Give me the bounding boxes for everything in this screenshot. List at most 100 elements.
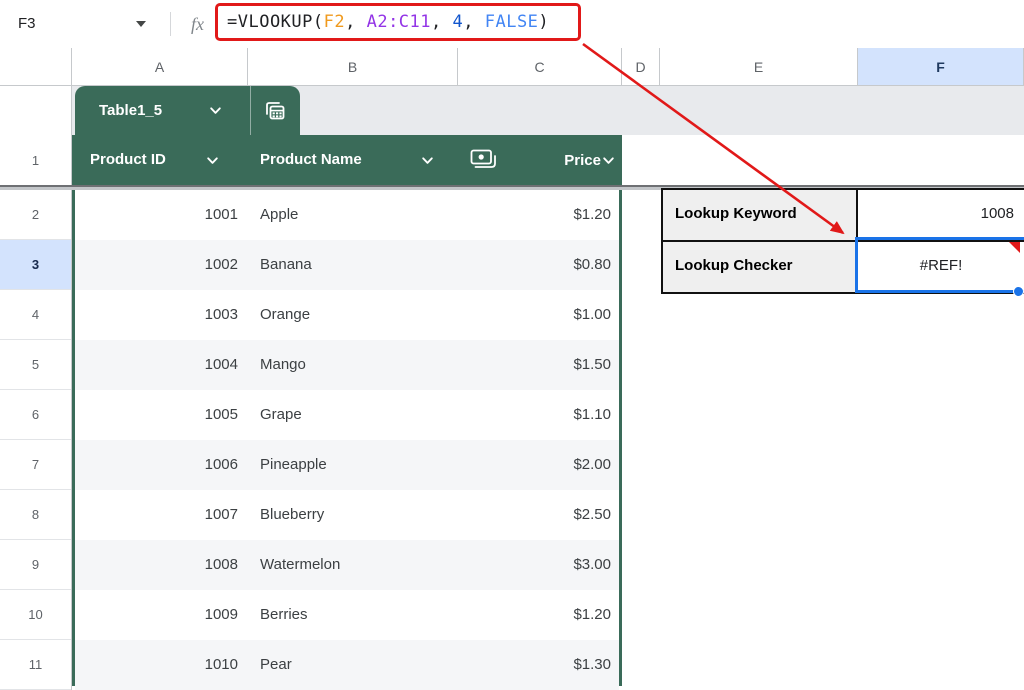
- lookup-row: Lookup Checker #REF!: [663, 242, 1024, 294]
- column-header-row: ABCDEF: [0, 48, 1024, 86]
- lookup-row: Lookup Keyword 1008: [663, 190, 1024, 242]
- cell-id[interactable]: 1001: [75, 190, 248, 240]
- row-header-10[interactable]: 10: [0, 590, 71, 640]
- tab-divider: [250, 86, 251, 135]
- cell-id[interactable]: 1009: [75, 590, 248, 640]
- column-price-group: Price: [564, 135, 616, 185]
- cell-id[interactable]: 1003: [75, 290, 248, 340]
- formula-token: A2:C11: [366, 12, 432, 32]
- row-header-9[interactable]: 9: [0, 540, 71, 590]
- cell-name[interactable]: Pear: [248, 640, 458, 690]
- table-row: 1001 Apple $1.20: [75, 190, 619, 240]
- tab-strip-left-gutter: [0, 86, 72, 135]
- cell-id[interactable]: 1005: [75, 390, 248, 440]
- cell-id[interactable]: 1010: [75, 640, 248, 690]
- cell-price[interactable]: $1.20: [458, 190, 619, 240]
- cell-name[interactable]: Banana: [248, 240, 458, 290]
- table-row: 1010 Pear $1.30: [75, 640, 619, 690]
- cell-id[interactable]: 1008: [75, 540, 248, 590]
- cell-price[interactable]: $1.30: [458, 640, 619, 690]
- cell-name[interactable]: Watermelon: [248, 540, 458, 590]
- formula-token: ,: [463, 12, 485, 32]
- column-header-F[interactable]: F: [858, 48, 1024, 85]
- cell-id[interactable]: 1004: [75, 340, 248, 390]
- cell-price[interactable]: $3.00: [458, 540, 619, 590]
- table-copy-icon[interactable]: [261, 97, 289, 125]
- fx-icon: fx: [191, 14, 204, 34]
- row-header-column: 2 3 4 5 6 7 8 9 10 11: [0, 190, 72, 690]
- row-header-2[interactable]: 2: [0, 190, 71, 240]
- column-product-id-label: Product ID: [90, 151, 166, 168]
- product-table: 1001 Apple $1.20 1002 Banana $0.80 1003 Orange $…: [72, 190, 622, 690]
- cell-name[interactable]: Orange: [248, 290, 458, 340]
- table-tab[interactable]: Table1_5: [75, 86, 300, 135]
- formula-token: ,: [431, 12, 453, 32]
- row-header-1[interactable]: 1: [0, 135, 72, 185]
- cell-price[interactable]: $1.00: [458, 290, 619, 340]
- cell-name[interactable]: Apple: [248, 190, 458, 240]
- money-icon: [470, 149, 496, 168]
- row-header-3[interactable]: 3: [0, 240, 71, 290]
- table-tab-strip: Table1_5: [72, 86, 1024, 135]
- table-row: 1005 Grape $1.10: [75, 390, 619, 440]
- table-row: 1008 Watermelon $3.00: [75, 540, 619, 590]
- row-header-8[interactable]: 8: [0, 490, 71, 540]
- cell-price[interactable]: $2.50: [458, 490, 619, 540]
- chevron-down-icon[interactable]: [420, 153, 435, 168]
- lookup-value[interactable]: #REF!: [858, 242, 1024, 292]
- column-product-name-label: Product Name: [260, 151, 362, 168]
- formula-token: ): [538, 12, 550, 32]
- row-header-6[interactable]: 6: [0, 390, 71, 440]
- column-header-B[interactable]: B: [248, 48, 458, 85]
- formula-input[interactable]: =VLOOKUP(F2, A2:C11, 4, FALSE): [227, 6, 549, 38]
- column-header-C[interactable]: C: [458, 48, 622, 85]
- formula-token: ,: [345, 12, 367, 32]
- lookup-value[interactable]: 1008: [858, 190, 1024, 240]
- row-header-4[interactable]: 4: [0, 290, 71, 340]
- table-row: 1007 Blueberry $2.50: [75, 490, 619, 540]
- cell-price[interactable]: $1.20: [458, 590, 619, 640]
- chevron-down-icon[interactable]: [208, 103, 223, 118]
- lookup-panel: Lookup Keyword 1008 Lookup Checker #REF!: [661, 188, 1024, 294]
- cell-price[interactable]: $1.50: [458, 340, 619, 390]
- table-row: 1004 Mango $1.50: [75, 340, 619, 390]
- formula-bar-divider: [170, 12, 171, 36]
- formula-token: =VLOOKUP(: [227, 12, 324, 32]
- cell-id[interactable]: 1002: [75, 240, 248, 290]
- lookup-label[interactable]: Lookup Checker: [663, 242, 858, 292]
- formula-token: FALSE: [484, 12, 539, 32]
- table-tab-label[interactable]: Table1_5: [99, 86, 162, 135]
- table-row: 1006 Pineapple $2.00: [75, 440, 619, 490]
- cell-name[interactable]: Mango: [248, 340, 458, 390]
- chevron-down-icon[interactable]: [205, 153, 220, 168]
- name-box-dropdown-icon[interactable]: [136, 21, 146, 27]
- cell-name[interactable]: Pineapple: [248, 440, 458, 490]
- cell-name[interactable]: Blueberry: [248, 490, 458, 540]
- cell-name[interactable]: Berries: [248, 590, 458, 640]
- table-row: 1009 Berries $1.20: [75, 590, 619, 640]
- row-header-7[interactable]: 7: [0, 440, 71, 490]
- chevron-down-icon[interactable]: [601, 153, 616, 168]
- formula-highlight-box: =VLOOKUP(F2, A2:C11, 4, FALSE): [215, 3, 581, 41]
- cell-id[interactable]: 1007: [75, 490, 248, 540]
- error-corner-indicator: [1009, 242, 1020, 253]
- cell-price[interactable]: $2.00: [458, 440, 619, 490]
- column-header-D[interactable]: D: [622, 48, 660, 85]
- cell-name[interactable]: Grape: [248, 390, 458, 440]
- table-header-row: Product ID Product Name Price: [72, 135, 622, 185]
- column-header-A[interactable]: A: [72, 48, 248, 85]
- formula-bar: F3 fx =VLOOKUP(F2, A2:C11, 4, FALSE): [0, 0, 1024, 49]
- table-row: 1002 Banana $0.80: [75, 240, 619, 290]
- row-header-5[interactable]: 5: [0, 340, 71, 390]
- lookup-label[interactable]: Lookup Keyword: [663, 190, 858, 240]
- select-all-corner[interactable]: [0, 48, 72, 85]
- column-header-E[interactable]: E: [660, 48, 858, 85]
- table-row: 1003 Orange $1.00: [75, 290, 619, 340]
- fill-handle[interactable]: [1013, 286, 1024, 297]
- name-box[interactable]: F3: [18, 0, 36, 48]
- row-header-11[interactable]: 11: [0, 640, 71, 690]
- cell-price[interactable]: $0.80: [458, 240, 619, 290]
- cell-id[interactable]: 1006: [75, 440, 248, 490]
- cell-price[interactable]: $1.10: [458, 390, 619, 440]
- spreadsheet-app: F3 fx =VLOOKUP(F2, A2:C11, 4, FALSE) ABC…: [0, 0, 1024, 690]
